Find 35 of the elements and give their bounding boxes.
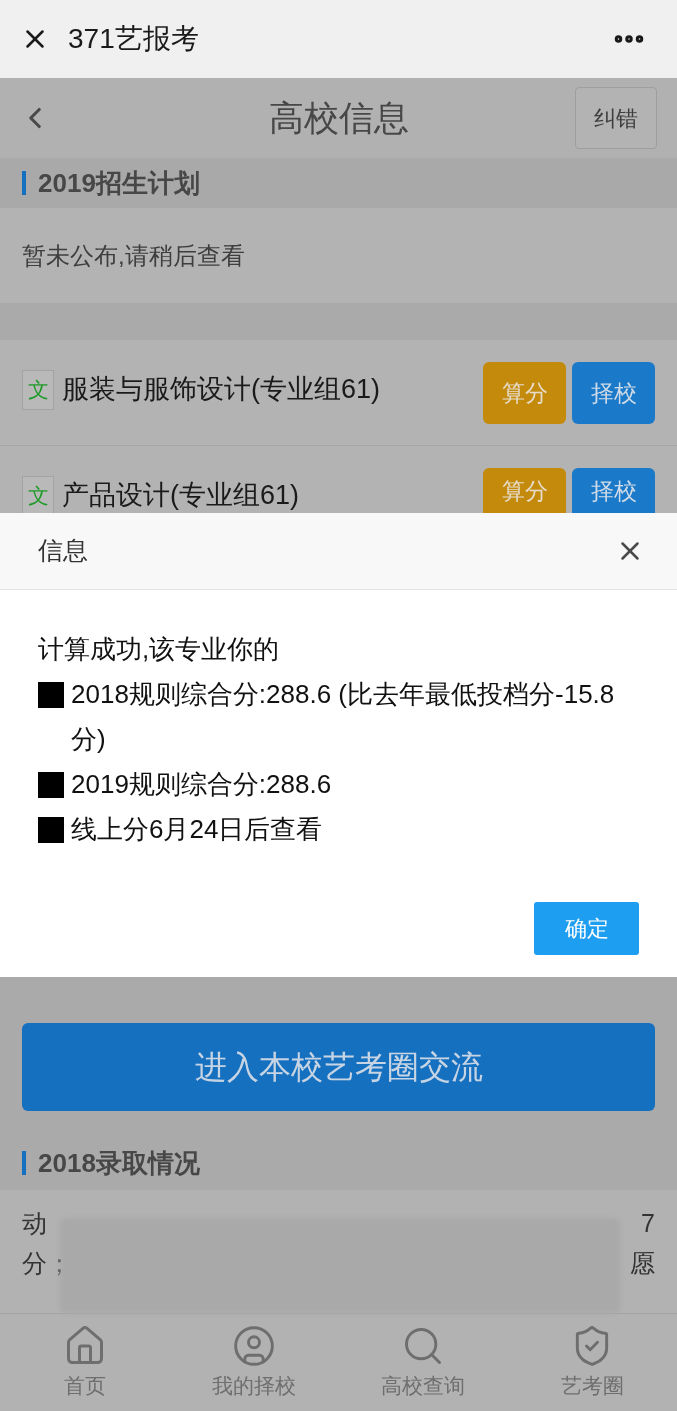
dialog-message: 计算成功,该专业你的 [38,633,281,666]
major-name: 产品设计(专业组61) [62,479,299,513]
score-line: 2018规则综合分:288.6 (比去年最低投档分-15.8分) [71,678,616,756]
subject-badge: 文 [22,475,54,513]
subject-badge: 文 [22,369,54,410]
calculate-button[interactable]: 算分 [483,468,566,513]
square-bullet-icon [38,817,64,843]
choose-school-button[interactable]: 择校 [572,362,655,424]
tab-item[interactable]: 艺考圈 [507,1314,677,1411]
tab-item[interactable]: 高校查询 [338,1314,508,1411]
tab-item[interactable]: 首页 [0,1314,170,1411]
admission-text: 愿 [630,1248,655,1279]
calculate-button[interactable]: 算分 [483,362,566,424]
section-title: 2019招生计划 [38,170,200,196]
admission-text: 动 [22,1208,47,1239]
dialog-title: 信息 [38,535,88,567]
report-error-button[interactable]: 纠错 [575,87,657,149]
admission-text: 7 [641,1208,655,1239]
confirm-button[interactable]: 确定 [534,902,639,955]
section-title: 2018录取情况 [38,1149,200,1176]
app-title: 371艺报考 [68,22,199,56]
score-line: 2019规则综合分:288.6 [71,768,332,801]
square-bullet-icon [38,682,64,708]
user-circle-icon [231,1324,276,1368]
choose-school-button[interactable]: 择校 [572,468,655,513]
accent-bar [22,171,26,195]
join-circle-button[interactable]: 进入本校艺考圈交流 [22,1023,655,1111]
score-line: 线上分6月24日后查看 [71,813,323,846]
accent-bar [22,1150,26,1175]
square-bullet-icon [38,772,64,798]
notice-text: 暂未公布,请稍后查看 [22,240,245,271]
admission-text: 分； [22,1248,72,1279]
page-title: 高校信息 [268,96,409,139]
tab-item[interactable]: 我的择校 [169,1314,339,1411]
major-name: 服装与服饰设计(专业组61) [62,373,380,407]
